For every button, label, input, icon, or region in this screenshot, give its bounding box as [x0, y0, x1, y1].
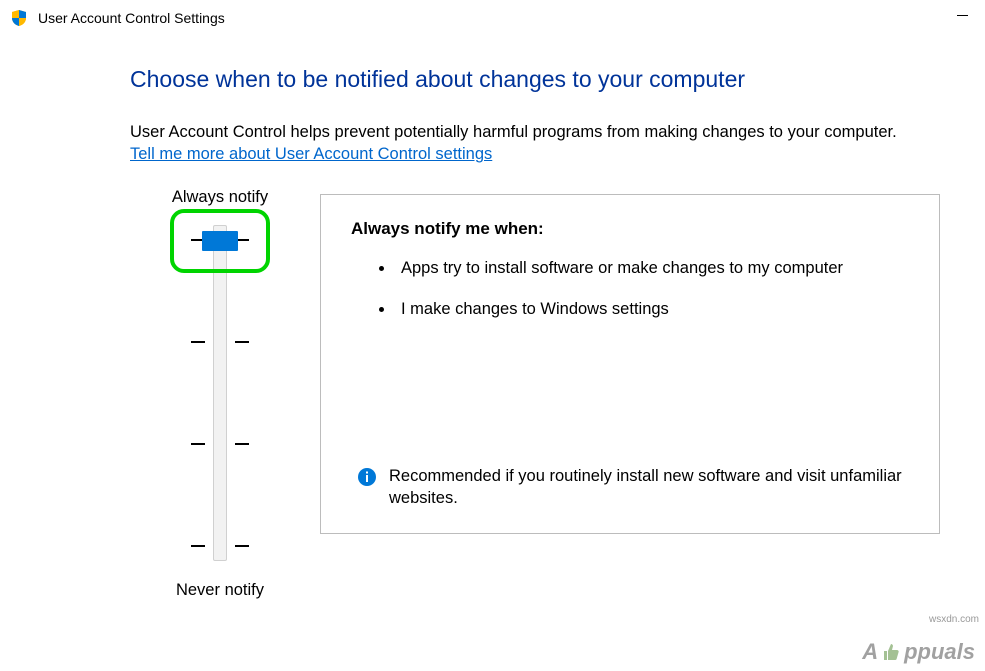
- window-title: User Account Control Settings: [38, 10, 225, 26]
- panel-bullet: Apps try to install software or make cha…: [395, 257, 909, 279]
- slider-tick: [235, 545, 249, 547]
- content-area: Choose when to be notified about changes…: [0, 36, 985, 600]
- window-controls: [939, 0, 985, 30]
- uac-shield-icon: [10, 9, 28, 27]
- thumbs-up-icon: [880, 641, 902, 663]
- uac-slider[interactable]: [165, 217, 275, 569]
- recommendation-row: Recommended if you routinely install new…: [351, 465, 909, 518]
- slider-tick: [191, 443, 205, 445]
- info-icon: [357, 467, 377, 492]
- slider-tick: [235, 341, 249, 343]
- source-label: wsxdn.com: [929, 614, 979, 625]
- slider-track: [213, 225, 227, 561]
- watermark-logo: A ppuals: [862, 639, 975, 665]
- learn-more-link[interactable]: Tell me more about User Account Control …: [130, 145, 492, 164]
- notification-level-panel: Always notify me when: Apps try to insta…: [320, 194, 940, 534]
- panel-title: Always notify me when:: [351, 219, 909, 239]
- watermark-text: A: [862, 639, 878, 665]
- main-row: Always notify Never notify Always notify…: [130, 188, 985, 600]
- slider-tick: [235, 443, 249, 445]
- description-text: User Account Control helps prevent poten…: [130, 121, 985, 143]
- title-bar: User Account Control Settings: [0, 0, 985, 36]
- slider-label-bottom: Never notify: [176, 581, 264, 600]
- panel-bullet-list: Apps try to install software or make cha…: [351, 257, 909, 338]
- slider-label-top: Always notify: [172, 188, 268, 207]
- slider-thumb[interactable]: [202, 231, 238, 251]
- page-heading: Choose when to be notified about changes…: [130, 66, 985, 93]
- minimize-button[interactable]: [939, 0, 985, 30]
- slider-tick: [191, 341, 205, 343]
- recommendation-text: Recommended if you routinely install new…: [389, 465, 909, 510]
- slider-tick: [191, 545, 205, 547]
- watermark-text: ppuals: [904, 639, 975, 665]
- slider-column: Always notify Never notify: [130, 188, 310, 600]
- panel-bullet: I make changes to Windows settings: [395, 298, 909, 320]
